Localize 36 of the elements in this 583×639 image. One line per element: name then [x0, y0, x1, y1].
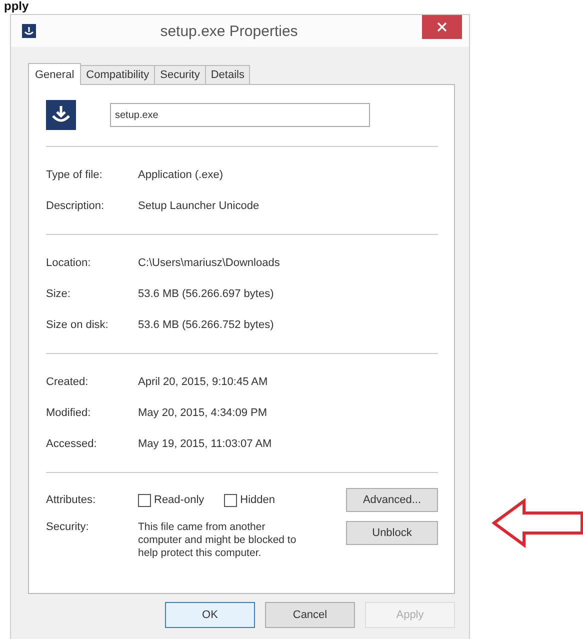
checkbox[interactable]: Hidden [224, 494, 275, 506]
property-label: Accessed: [46, 438, 98, 450]
dialog-button[interactable]: OK [165, 602, 255, 628]
file-name-field[interactable]: setup.exe [110, 103, 370, 127]
property-label: Type of file: [46, 168, 104, 180]
property-value: C:\Users\mariusz\Downloads [138, 256, 280, 268]
advanced-button[interactable]: Advanced... [346, 488, 438, 512]
tab[interactable]: Details [204, 65, 250, 84]
security-message: This file came from another computer and might be blocked to help protect this computer. [138, 521, 298, 560]
app-icon [22, 24, 36, 38]
window-title: setup.exe Properties [159, 22, 299, 40]
property-label: Size: [46, 288, 72, 300]
property-value: April 20, 2015, 9:10:45 AM [138, 376, 268, 388]
tab[interactable]: Compatibility [80, 65, 156, 84]
close-button[interactable] [422, 15, 462, 39]
dialog-button[interactable]: Cancel [265, 602, 355, 628]
property-label: Attributes: [46, 494, 97, 506]
property-value: Application (.exe) [138, 168, 223, 180]
property-label: Size on disk: [46, 318, 110, 330]
checkbox[interactable]: Read-only [138, 494, 204, 506]
close-icon [437, 22, 447, 32]
property-label: Location: [46, 256, 92, 268]
property-label: Modified: [46, 406, 92, 418]
tab[interactable]: Security [154, 65, 206, 84]
property-value: May 20, 2015, 4:34:09 PM [138, 406, 268, 418]
property-value: May 19, 2015, 11:03:07 AM [138, 438, 272, 450]
property-label: Description: [46, 200, 106, 212]
property-label: Created: [46, 376, 90, 388]
property-value: 53.6 MB (56.266.697 bytes) [138, 288, 274, 300]
tab[interactable]: General [28, 63, 82, 85]
property-value: 53.6 MB (56.266.752 bytes) [138, 318, 274, 330]
app-icon [46, 100, 76, 130]
property-value: Setup Launcher Unicode [138, 200, 260, 212]
property-label: Security: [46, 521, 90, 533]
unblock-button[interactable]: Unblock [346, 521, 438, 545]
caption-text: pply [4, 0, 29, 13]
